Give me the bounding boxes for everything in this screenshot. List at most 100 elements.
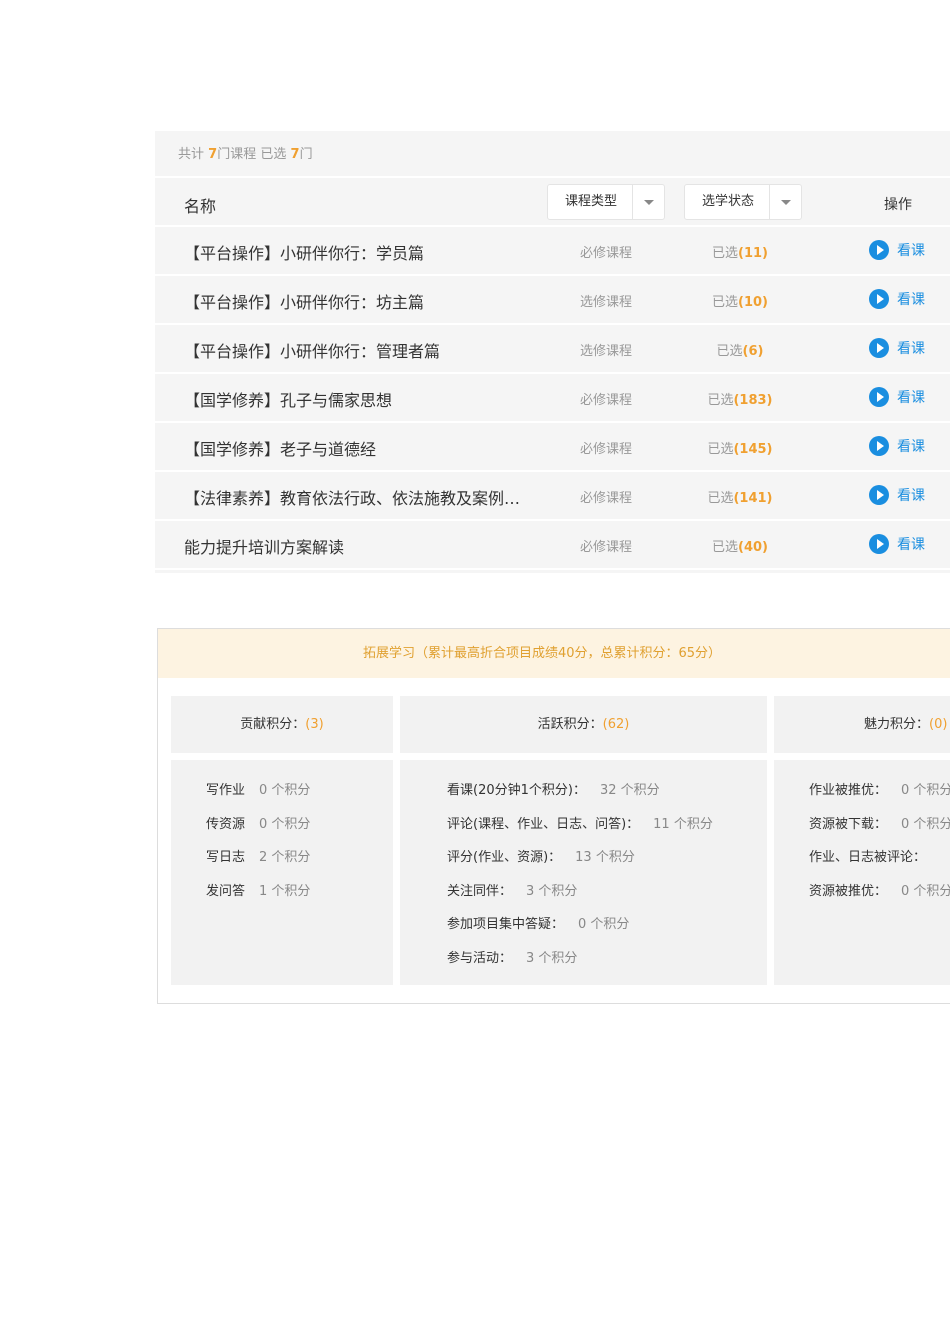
score-item-label: 作业被推优： bbox=[809, 783, 888, 798]
selected-count: (183) bbox=[733, 393, 773, 408]
score-item-label: 看课(20分钟1个积分)： bbox=[447, 783, 586, 798]
course-status: 已选(145) bbox=[675, 438, 805, 457]
score-group-label: 魅力积分： bbox=[864, 717, 930, 732]
score-group-body: 作业被推优： 0 个积分 资源被下载： 0 个积分 作业、日志被评论： 资源被推优： 0 个… bbox=[774, 760, 950, 985]
watch-course-button[interactable]: 看课 bbox=[869, 289, 925, 309]
summary-label: 门课程 bbox=[217, 147, 257, 162]
watch-label: 看课 bbox=[897, 537, 925, 553]
watch-course-button[interactable]: 看课 bbox=[869, 534, 925, 554]
watch-label: 看课 bbox=[897, 292, 925, 308]
watch-label: 看课 bbox=[897, 341, 925, 357]
play-icon bbox=[869, 387, 889, 407]
status-dropdown[interactable]: 选学状态 bbox=[684, 184, 802, 220]
score-group-value: (0) bbox=[929, 717, 948, 732]
score-item-value: 0 个积分 bbox=[901, 816, 950, 832]
score-item-value: 1 个积分 bbox=[259, 883, 311, 899]
course-status: 已选(11) bbox=[675, 242, 805, 261]
course-title[interactable]: 【平台操作】小研伴你行：坊主篇 bbox=[184, 289, 524, 313]
play-icon bbox=[869, 436, 889, 456]
course-type: 必修课程 bbox=[580, 491, 633, 506]
score-item-value: 0 个积分 bbox=[259, 783, 311, 798]
extended-learning-panel: 拓展学习（累计最高折合项目成绩40分，总累计积分：65分） 贡献积分：(3) 写… bbox=[157, 628, 950, 1004]
watch-course-button[interactable]: 看课 bbox=[869, 436, 925, 456]
score-group-label: 活跃积分： bbox=[537, 717, 603, 732]
dropdown-label: 课程类型 bbox=[564, 194, 617, 209]
summary-label: 已选 bbox=[260, 147, 287, 162]
table-row: 【国学修养】孔子与儒家思想 必修课程 已选(183) 看课 bbox=[155, 374, 950, 423]
score-group-body: 看课(20分钟1个积分)： 32 个积分评论(课程、作业、日志、问答)： 11 个积… bbox=[400, 760, 767, 985]
status-label: 已选 bbox=[707, 442, 734, 457]
course-status: 已选(183) bbox=[675, 389, 805, 408]
course-title[interactable]: 能力提升培训方案解读 bbox=[184, 534, 524, 558]
score-item: 写日志 2 个积分 bbox=[206, 846, 393, 880]
watch-course-button[interactable]: 看课 bbox=[869, 485, 925, 505]
score-item: 评论(课程、作业、日志、问答)： 11 个积分 bbox=[447, 813, 767, 847]
course-type: 必修课程 bbox=[580, 442, 633, 457]
watch-course-button[interactable]: 看课 bbox=[869, 338, 925, 358]
dropdown-label: 选学状态 bbox=[701, 194, 754, 209]
summary-label: 共计 bbox=[178, 147, 205, 162]
course-status: 已选(40) bbox=[675, 536, 805, 555]
score-item-label: 关注同伴： bbox=[447, 883, 513, 899]
score-item-label: 发问答 bbox=[206, 883, 246, 899]
course-type: 选修课程 bbox=[580, 344, 633, 359]
watch-label: 看课 bbox=[897, 243, 925, 259]
total-count: 7 bbox=[208, 147, 218, 162]
score-item: 评分(作业、资源)： 13 个积分 bbox=[447, 846, 767, 880]
play-icon bbox=[869, 289, 889, 309]
status-label: 已选 bbox=[716, 344, 743, 359]
watch-course-button[interactable]: 看课 bbox=[869, 240, 925, 260]
selected-count: (11) bbox=[738, 246, 768, 261]
score-item-label: 传资源 bbox=[206, 816, 246, 832]
column-name: 名称 bbox=[184, 197, 217, 216]
course-type-dropdown[interactable]: 课程类型 bbox=[547, 184, 665, 220]
score-item-label: 资源被下载： bbox=[809, 816, 888, 832]
watch-label: 看课 bbox=[897, 439, 925, 455]
selected-count: 7 bbox=[290, 147, 300, 162]
score-item-value: 0 个积分 bbox=[901, 783, 950, 798]
score-group-label: 贡献积分： bbox=[240, 717, 306, 732]
score-item-label: 评论(课程、作业、日志、问答)： bbox=[447, 816, 640, 832]
table-row: 【国学修养】老子与道德经 必修课程 已选(145) 看课 bbox=[155, 423, 950, 472]
course-status: 已选(10) bbox=[675, 291, 805, 310]
course-title[interactable]: 【国学修养】老子与道德经 bbox=[184, 436, 524, 460]
course-status: 已选(141) bbox=[675, 487, 805, 506]
table-row: 【平台操作】小研伴你行：管理者篇 选修课程 已选(6) 看课 bbox=[155, 325, 950, 374]
table-row: 【法律素养】教育依法行政、依法施教及案例分析 必修课程 已选(141) 看课 bbox=[155, 472, 950, 521]
watch-label: 看课 bbox=[897, 390, 925, 406]
course-status: 已选(6) bbox=[675, 340, 805, 359]
status-label: 已选 bbox=[707, 393, 734, 408]
table-header: 名称 课程类型 选学状态 操作 bbox=[155, 178, 950, 227]
watch-course-button[interactable]: 看课 bbox=[869, 387, 925, 407]
score-item-label: 资源被推优： bbox=[809, 883, 888, 899]
table-row: 【平台操作】小研伴你行：坊主篇 选修课程 已选(10) 看课 bbox=[155, 276, 950, 325]
score-group-body: 写作业 0 个积分 传资源 0 个积分 写日志 2 个积分 发问答 1 个积分 bbox=[171, 760, 393, 985]
course-title[interactable]: 【平台操作】小研伴你行：学员篇 bbox=[184, 240, 524, 264]
course-summary: 共计 7门课程 已选 7门 bbox=[155, 131, 950, 178]
extended-title: 拓展学习（累计最高折合项目成绩40分，总累计积分：65分） bbox=[158, 629, 950, 678]
course-type: 必修课程 bbox=[580, 246, 633, 261]
course-title[interactable]: 【国学修养】孔子与儒家思想 bbox=[184, 387, 524, 411]
table-row: 能力提升培训方案解读 必修课程 已选(40) 看课 bbox=[155, 521, 950, 570]
score-item: 作业、日志被评论： bbox=[809, 846, 950, 880]
chevron-down-icon[interactable] bbox=[769, 185, 801, 219]
score-item-value: 32 个积分 bbox=[599, 783, 660, 798]
course-type: 必修课程 bbox=[580, 393, 633, 408]
course-title[interactable]: 【平台操作】小研伴你行：管理者篇 bbox=[184, 338, 524, 362]
score-item-value: 3 个积分 bbox=[526, 950, 578, 966]
selected-count: (145) bbox=[733, 442, 773, 457]
status-label: 已选 bbox=[712, 295, 739, 310]
score-item-value: 0 个积分 bbox=[259, 816, 311, 832]
summary-label: 门 bbox=[299, 147, 313, 162]
course-type: 选修课程 bbox=[580, 295, 633, 310]
chevron-down-icon[interactable] bbox=[632, 185, 664, 219]
score-group-header: 活跃积分：(62) bbox=[400, 696, 767, 753]
score-item: 发问答 1 个积分 bbox=[206, 880, 393, 914]
score-item-value: 0 个积分 bbox=[901, 883, 950, 899]
selected-count: (40) bbox=[738, 540, 768, 555]
course-title[interactable]: 【法律素养】教育依法行政、依法施教及案例分析 bbox=[184, 485, 524, 509]
course-type: 必修课程 bbox=[580, 540, 633, 555]
score-group-header: 贡献积分：(3) bbox=[171, 696, 393, 753]
score-group-value: (62) bbox=[602, 717, 630, 732]
score-item: 资源被下载： 0 个积分 bbox=[809, 813, 950, 847]
